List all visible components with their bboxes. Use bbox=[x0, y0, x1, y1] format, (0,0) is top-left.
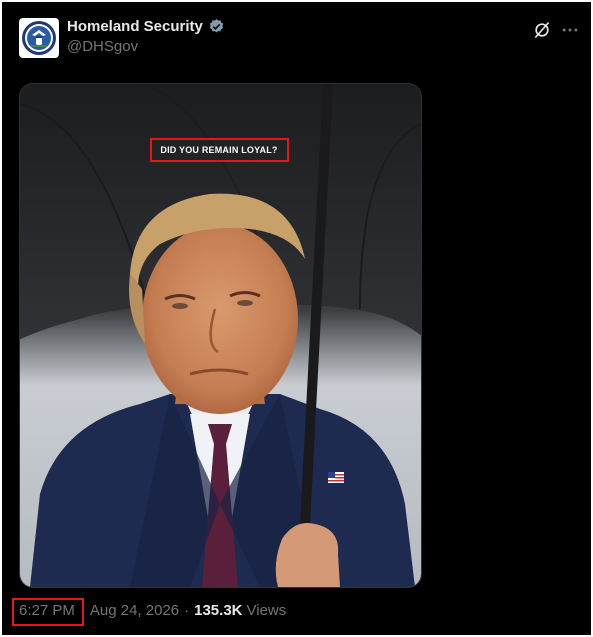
author-display-name[interactable]: Homeland Security bbox=[67, 18, 203, 35]
author-name-row: Homeland Security bbox=[67, 18, 225, 35]
more-options-icon[interactable] bbox=[560, 20, 580, 40]
time-highlight-box bbox=[12, 598, 84, 626]
views-count: 135.3K bbox=[194, 602, 243, 619]
dhs-seal-icon bbox=[22, 21, 56, 55]
post-container: Homeland Security @DHSgov DID YOU REMAIN… bbox=[2, 2, 591, 635]
views-label: Views bbox=[246, 602, 287, 619]
grok-icon[interactable] bbox=[532, 20, 552, 40]
verified-badge-icon bbox=[209, 19, 224, 33]
meta-separator: · bbox=[184, 602, 190, 619]
avatar[interactable] bbox=[19, 18, 59, 58]
image-overlay-text: DID YOU REMAIN LOYAL? bbox=[160, 145, 278, 155]
post-header: Homeland Security @DHSgov bbox=[17, 16, 580, 60]
author-handle[interactable]: @DHSgov bbox=[67, 38, 138, 55]
post-date[interactable]: Aug 24, 2026 bbox=[90, 602, 179, 619]
post-image[interactable]: DID YOU REMAIN LOYAL? bbox=[19, 83, 422, 588]
